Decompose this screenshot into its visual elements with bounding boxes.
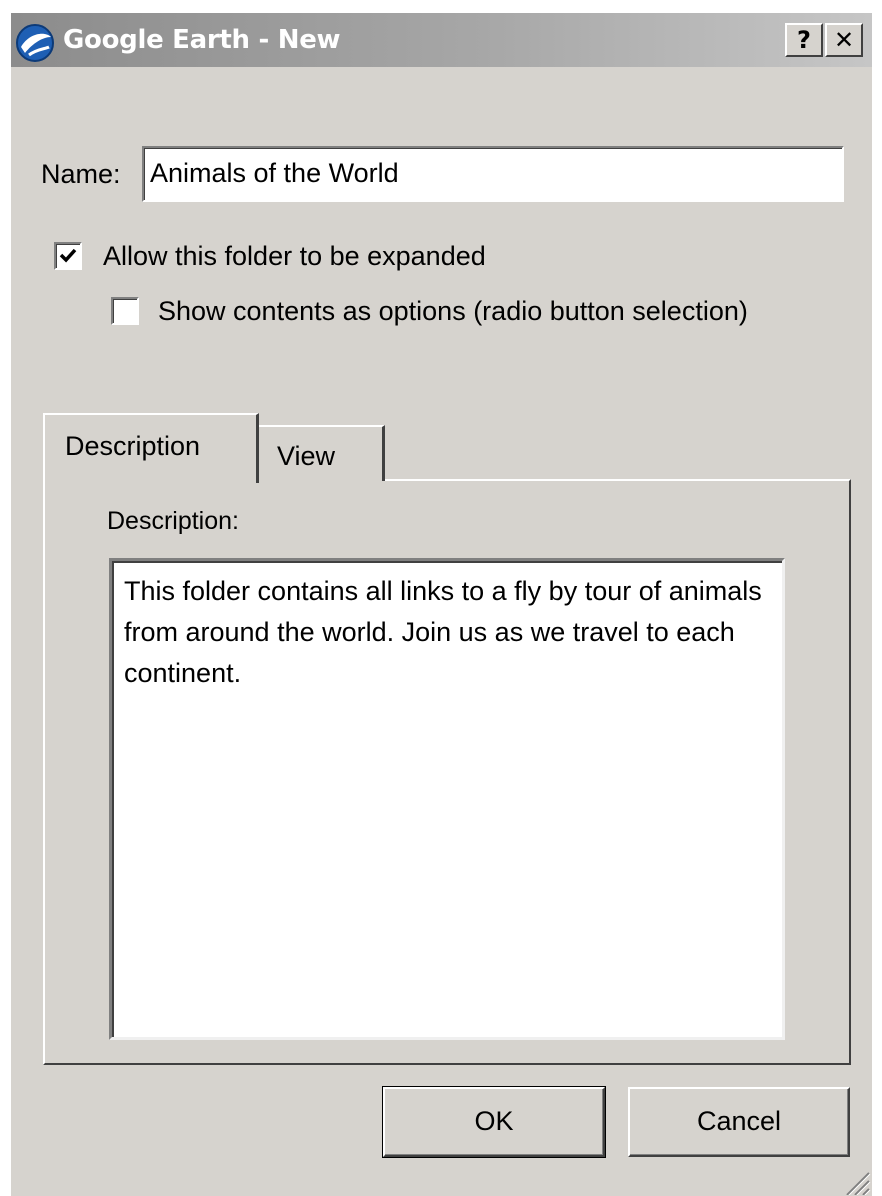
help-button[interactable]: ? xyxy=(785,23,823,57)
resize-grip-icon[interactable] xyxy=(845,1159,871,1195)
name-input[interactable]: Animals of the World xyxy=(142,146,844,202)
close-button[interactable]: ✕ xyxy=(825,23,863,57)
radio-options-checkbox[interactable] xyxy=(111,297,139,325)
description-textarea[interactable]: This folder contains all links to a fly … xyxy=(109,558,785,1040)
description-label: Description: xyxy=(107,507,239,535)
tab-view-label: View xyxy=(277,441,336,471)
check-icon xyxy=(59,248,77,263)
cancel-button[interactable]: Cancel xyxy=(628,1087,850,1157)
radio-options-checkbox-label[interactable]: Show contents as options (radio button s… xyxy=(158,296,748,327)
tab-view[interactable]: View xyxy=(257,425,385,481)
expand-checkbox-label[interactable]: Allow this folder to be expanded xyxy=(103,241,486,272)
tab-description[interactable]: Description xyxy=(43,413,259,483)
tab-description-label: Description xyxy=(65,431,201,461)
dialog-window: Google Earth - New ? ✕ Name: Animals of … xyxy=(10,12,872,1196)
window-title: Google Earth - New xyxy=(63,25,341,55)
ok-button[interactable]: OK xyxy=(382,1086,606,1158)
name-label: Name: xyxy=(41,159,121,189)
title-bar[interactable]: Google Earth - New ? ✕ xyxy=(11,13,872,67)
google-earth-logo-icon xyxy=(16,24,54,62)
expand-checkbox[interactable] xyxy=(54,242,82,270)
